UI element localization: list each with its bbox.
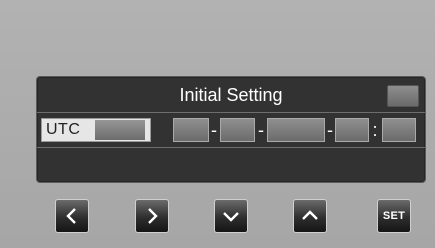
right-button[interactable]	[135, 199, 169, 233]
initial-setting-dialog: Initial Setting UTC - - - :	[36, 76, 426, 183]
row-divider-bottom	[37, 147, 425, 148]
left-button[interactable]	[55, 199, 89, 233]
set-button[interactable]: SET	[377, 199, 411, 233]
chevron-up-icon	[301, 209, 319, 223]
camera-screen: Initial Setting UTC - - - : SET	[0, 0, 435, 248]
dialog-title: Initial Setting	[179, 85, 283, 105]
date-field-2[interactable]	[220, 118, 255, 142]
chevron-left-icon	[65, 207, 79, 225]
dialog-corner-button[interactable]	[387, 85, 419, 107]
separator-3: -	[327, 120, 333, 140]
row-divider-top	[37, 112, 425, 113]
utc-label: UTC	[46, 121, 81, 138]
chevron-down-icon	[222, 209, 240, 223]
up-button[interactable]	[293, 199, 327, 233]
utc-selector[interactable]: UTC	[41, 118, 151, 142]
chevron-right-icon	[145, 207, 159, 225]
separator-2: -	[258, 120, 264, 140]
separator-colon: :	[372, 120, 378, 140]
date-field-1[interactable]	[173, 118, 209, 142]
time-field-minute[interactable]	[382, 118, 416, 142]
time-field-hour[interactable]	[335, 118, 369, 142]
date-field-3[interactable]	[267, 118, 325, 142]
utc-offset-field[interactable]	[95, 120, 145, 140]
separator-1: -	[211, 120, 217, 140]
down-button[interactable]	[214, 199, 248, 233]
set-button-label: SET	[382, 210, 406, 222]
